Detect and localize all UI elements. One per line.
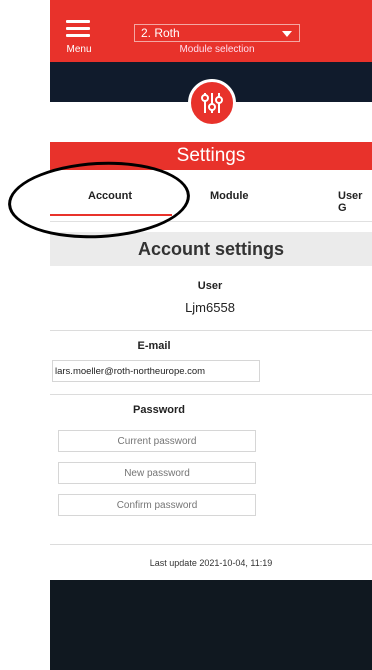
divider — [50, 544, 372, 545]
account-settings-panel: Account settings User Ljm6558 E-mail Pas… — [50, 222, 372, 580]
menu-button[interactable]: Menu — [62, 20, 96, 58]
module-selected-value: 2. Roth — [141, 26, 180, 40]
top-bar: Menu 2. Roth Module selection — [50, 0, 372, 62]
confirm-password-field[interactable] — [58, 494, 256, 516]
hamburger-icon — [66, 20, 90, 41]
menu-label: Menu — [66, 44, 92, 55]
user-value: Ljm6558 — [185, 300, 235, 315]
module-dropdown[interactable]: 2. Roth — [134, 24, 300, 42]
last-update-text: Last update 2021-10-04, 11:19 — [149, 558, 273, 568]
new-password-field[interactable] — [58, 462, 256, 484]
bottom-area — [50, 580, 372, 670]
divider — [50, 330, 372, 331]
user-label: User — [197, 280, 223, 292]
module-caption: Module selection — [179, 44, 255, 55]
current-password-field[interactable] — [58, 430, 256, 452]
logo-band — [50, 62, 372, 142]
password-label: Password — [133, 404, 185, 416]
tab-module[interactable]: Module — [210, 190, 249, 202]
email-field[interactable] — [52, 360, 260, 382]
divider — [50, 394, 372, 395]
email-label: E-mail — [137, 340, 171, 352]
tab-user-groups[interactable]: User G — [338, 190, 372, 214]
chevron-down-icon — [282, 31, 292, 37]
sliders-icon — [188, 79, 236, 127]
app-screen: Menu 2. Roth Module selection Settings A… — [50, 0, 372, 670]
